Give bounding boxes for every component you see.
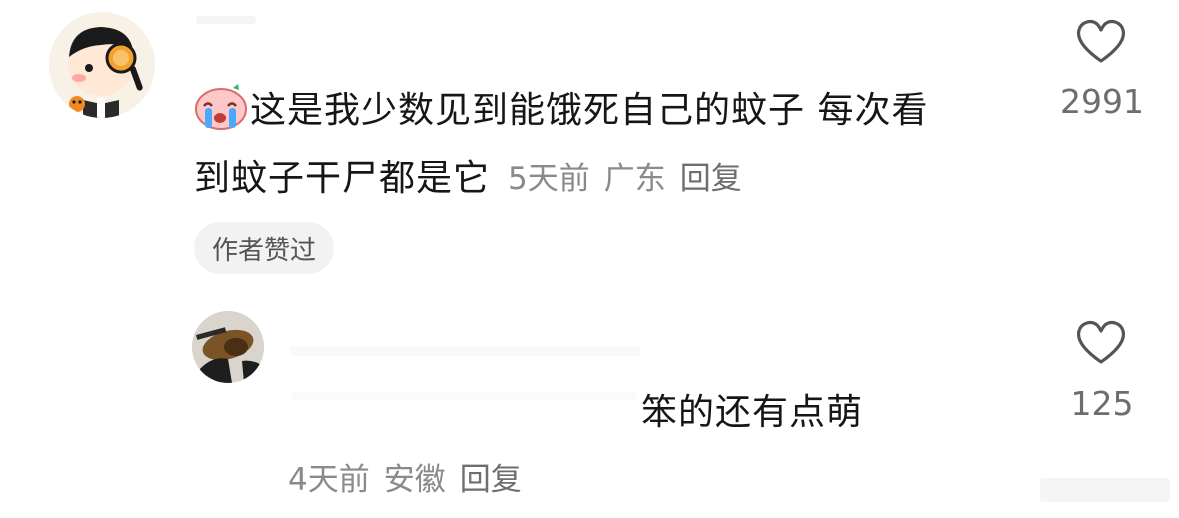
reply-button[interactable]: 回复 — [460, 454, 522, 499]
comment-location: 广东 — [603, 160, 666, 197]
user-avatar[interactable] — [192, 311, 264, 383]
watermark — [1040, 478, 1170, 502]
comment-text-redacted — [292, 392, 637, 400]
guitar-photo-avatar-icon — [192, 311, 264, 383]
username-redacted[interactable] — [196, 16, 256, 24]
comment-location: 安徽 — [383, 461, 446, 498]
heart-icon[interactable] — [1075, 17, 1127, 65]
heart-icon[interactable] — [1075, 318, 1127, 366]
comment-time: 4天前 — [288, 461, 370, 498]
reply-button[interactable]: 回复 — [680, 153, 742, 198]
crying-emoji-icon — [195, 84, 247, 130]
cartoon-avatar-icon — [49, 12, 155, 118]
author-liked-badge: 作者赞过 — [194, 222, 335, 274]
user-avatar[interactable] — [49, 12, 155, 118]
comment-text-line1: 这是我少数见到能饿死自己的蚊子 每次看 — [194, 79, 928, 135]
comment-text: 到蚊子干尸都是它 — [194, 158, 491, 199]
comment-meta: 4天前 安徽 回复 — [288, 448, 522, 504]
username-redacted[interactable] — [290, 346, 640, 356]
comment-text-line2: 到蚊子干尸都是它 5天前 广东 回复 — [194, 147, 742, 203]
like-count: 2991 — [1060, 82, 1144, 121]
comment-text-line: 笨的还有点萌 — [641, 381, 863, 437]
comment-time: 5天前 — [508, 160, 590, 197]
comment-text: 这是我少数见到能饿死自己的蚊子 每次看 — [250, 90, 929, 131]
like-count: 125 — [1070, 384, 1134, 423]
comment-text: 笨的还有点萌 — [641, 392, 864, 433]
